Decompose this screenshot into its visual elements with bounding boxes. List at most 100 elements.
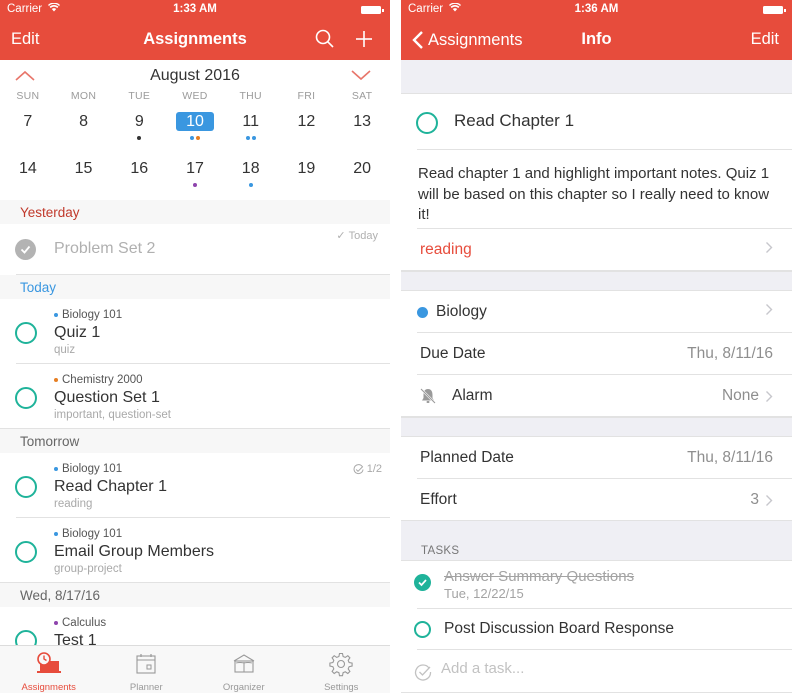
chevron-left-icon xyxy=(412,31,423,49)
task-checked-icon[interactable] xyxy=(414,574,431,591)
assignment-title: Read Chapter 1 xyxy=(54,478,167,495)
calendar-day[interactable]: 9 xyxy=(111,106,167,153)
nav-header: Carrier 1:33 AM Edit Assignments xyxy=(0,0,390,60)
course-name: Biology 101 xyxy=(62,309,123,321)
status-bar: Carrier 1:33 AM xyxy=(0,0,390,20)
complete-toggle[interactable] xyxy=(15,476,37,498)
completed-check-icon[interactable] xyxy=(15,239,36,260)
notes-field[interactable]: Read chapter 1 and highlight important n… xyxy=(401,150,792,229)
edit-button[interactable]: Edit xyxy=(11,30,39,49)
assignment-row[interactable]: Biology 101 Quiz 1 quiz xyxy=(0,299,390,364)
day-number: 18 xyxy=(241,160,260,177)
day-number: 17 xyxy=(186,160,204,177)
calendar-day[interactable]: 16 xyxy=(111,153,167,200)
assignment-row[interactable]: Biology 101 Email Group Members group-pr… xyxy=(0,518,390,583)
section-header-today: Today xyxy=(0,275,390,299)
assignment-title-row: Read Chapter 1 xyxy=(401,94,792,150)
course-name: Biology 101 xyxy=(62,528,123,540)
assignments-icon xyxy=(36,652,61,673)
calendar-day[interactable]: 18 xyxy=(223,153,279,200)
due-date-row[interactable]: Due Date Thu, 8/11/16 xyxy=(401,333,792,375)
calendar-day[interactable]: 12 xyxy=(279,106,335,153)
assignment-title: Problem Set 2 xyxy=(54,240,156,257)
completed-assignment-row[interactable]: Problem Set 2 ✓ Today xyxy=(0,224,390,275)
task-row[interactable]: Answer Summary Questions Tue, 12/22/15 xyxy=(401,561,792,609)
due-date-label: Due Date xyxy=(420,345,486,362)
plus-icon[interactable] xyxy=(353,28,375,50)
task-progress-icon xyxy=(353,463,364,474)
assignment-tags: quiz xyxy=(54,344,76,356)
day-number: 8 xyxy=(79,113,89,130)
tab-planner[interactable]: Planner xyxy=(98,646,196,693)
task-row[interactable]: Post Discussion Board Response xyxy=(401,609,792,650)
chevron-right-icon xyxy=(766,242,773,253)
event-dot xyxy=(137,136,142,140)
page-title: Info xyxy=(581,30,612,48)
course-color-dot xyxy=(417,306,428,318)
calendar-day[interactable]: 14 xyxy=(0,153,56,200)
course-label: Calculus xyxy=(54,617,106,629)
weekday-label: SUN xyxy=(16,90,40,102)
assignment-title: Read Chapter 1 xyxy=(454,111,575,130)
complete-toggle[interactable] xyxy=(15,541,37,563)
calendar-day[interactable]: 17 xyxy=(167,153,223,200)
effort-row[interactable]: Effort 3 xyxy=(401,479,792,521)
calendar-day[interactable]: 11 xyxy=(223,106,279,153)
assignment-row[interactable]: Biology 101 Read Chapter 1 reading 1/2 xyxy=(0,453,390,518)
alarm-row[interactable]: Alarm None xyxy=(401,375,792,417)
spacer xyxy=(401,271,792,291)
status-bar: Carrier 1:36 AM xyxy=(401,0,792,20)
spacer xyxy=(401,417,792,437)
tab-label: Settings xyxy=(324,682,359,693)
calendar-day[interactable]: 20 xyxy=(334,153,390,200)
course-label: Biology 101 xyxy=(54,309,122,321)
planned-date-row[interactable]: Planned Date Thu, 8/11/16 xyxy=(401,437,792,479)
assignments-screen: Carrier 1:33 AM Edit Assignments August … xyxy=(0,0,390,693)
edit-button[interactable]: Edit xyxy=(751,30,779,49)
tag-row[interactable]: reading xyxy=(401,229,792,271)
tab-assignments[interactable]: Assignments xyxy=(0,646,98,693)
calendar-day[interactable]: 13 xyxy=(334,106,390,153)
effort-value-text: 3 xyxy=(750,491,759,508)
complete-toggle[interactable] xyxy=(15,387,37,409)
weekday-label: FRI xyxy=(297,90,316,102)
tab-settings[interactable]: Settings xyxy=(293,646,391,693)
event-dot xyxy=(245,136,250,140)
complete-toggle[interactable] xyxy=(416,112,438,134)
task-checkbox[interactable] xyxy=(414,621,431,638)
day-number: 20 xyxy=(353,160,372,177)
calendar-month: August 2016 xyxy=(150,67,240,84)
gear-icon xyxy=(329,652,353,677)
effort-value: 3 xyxy=(750,491,773,509)
assignment-tags: group-project xyxy=(54,563,122,575)
checkmark-icon: ✓ xyxy=(336,230,346,242)
calendar-day[interactable]: 19 xyxy=(279,153,335,200)
back-label: Assignments xyxy=(428,30,523,49)
bell-off-icon xyxy=(419,387,437,410)
chevron-down-icon[interactable] xyxy=(350,68,372,82)
calendar-day[interactable]: 8 xyxy=(56,106,112,153)
calendar-day-selected[interactable]: 10 xyxy=(167,106,223,153)
calendar-day[interactable]: 15 xyxy=(56,153,112,200)
tab-label: Planner xyxy=(129,682,163,693)
search-icon[interactable] xyxy=(314,28,336,50)
assignment-tags: important, question-set xyxy=(54,409,171,421)
weekday-label: MON xyxy=(70,90,97,102)
complete-toggle[interactable] xyxy=(15,322,37,344)
add-task-input[interactable] xyxy=(441,660,741,677)
task-progress-text: 1/2 xyxy=(366,463,382,475)
tab-organizer[interactable]: Organizer xyxy=(195,646,293,693)
calendar-header: August 2016 xyxy=(0,60,390,90)
course-value xyxy=(765,303,773,316)
calendar-day[interactable]: 7 xyxy=(0,106,56,153)
spacer xyxy=(401,60,792,94)
assignment-row[interactable]: Chemistry 2000 Question Set 1 important,… xyxy=(0,364,390,429)
add-task-row xyxy=(401,650,792,693)
event-dots xyxy=(223,136,279,140)
back-button[interactable]: Assignments xyxy=(412,30,522,50)
add-task-check-icon xyxy=(414,663,432,681)
day-number: 16 xyxy=(130,160,149,177)
event-dot xyxy=(248,183,253,187)
course-label: Chemistry 2000 xyxy=(54,374,143,386)
course-row[interactable]: Biology xyxy=(401,291,792,333)
